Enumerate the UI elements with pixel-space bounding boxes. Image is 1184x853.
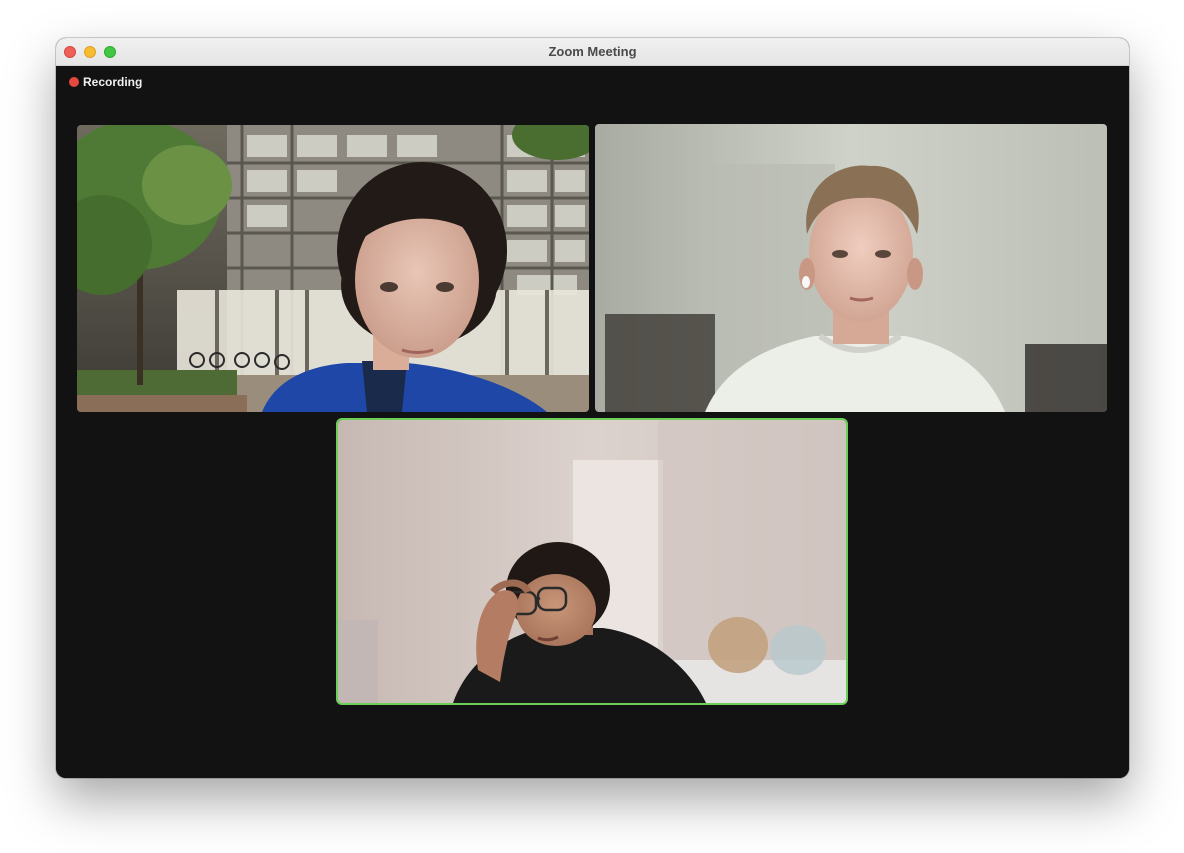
recording-dot-icon	[69, 77, 79, 87]
participant-3-video	[338, 420, 846, 703]
recording-indicator[interactable]: Recording	[69, 75, 142, 89]
participant-video-tile-2[interactable]	[595, 124, 1107, 412]
participant-2-video	[595, 124, 1107, 412]
participant-video-tile-3[interactable]	[338, 420, 846, 703]
meeting-gallery: Recording	[56, 66, 1129, 778]
title-bar[interactable]: Zoom Meeting	[56, 38, 1129, 66]
recording-label: Recording	[83, 75, 143, 89]
participant-video-tile-1[interactable]	[77, 125, 589, 412]
zoom-window: Zoom Meeting Recording	[56, 38, 1129, 778]
window-title: Zoom Meeting	[548, 44, 637, 59]
participant-1-video	[77, 125, 589, 412]
